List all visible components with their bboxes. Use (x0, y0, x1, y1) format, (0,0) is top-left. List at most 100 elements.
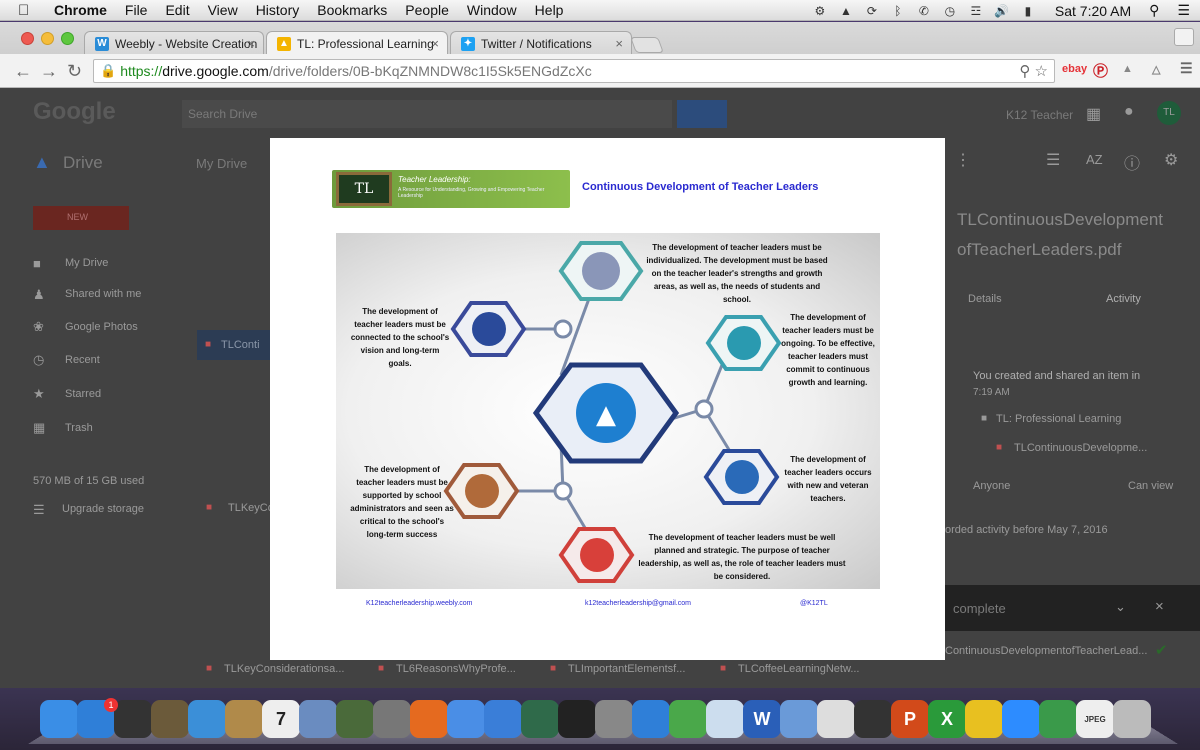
close-tab-icon[interactable]: × (247, 36, 255, 51)
menu-window[interactable]: Window (467, 0, 517, 21)
menu-view[interactable]: View (208, 0, 238, 21)
zoom-icon[interactable] (1002, 700, 1040, 738)
menubar-clock[interactable]: Sat 7:20 AM (1055, 3, 1131, 19)
address-bar[interactable]: 🔒 https:// drive.google.com /drive/folde… (93, 59, 1055, 83)
file-name[interactable]: TL6ReasonsWhyProfe... (396, 663, 516, 675)
ebay-extension-icon[interactable]: ebay (1062, 63, 1087, 75)
close-tab-icon[interactable]: × (431, 36, 439, 51)
info-icon[interactable]: ⓘ (1124, 150, 1140, 174)
sidebar-item-shared[interactable]: Shared with me (65, 288, 141, 300)
menu-history[interactable]: History (256, 0, 300, 21)
sort-icon[interactable]: AZ (1086, 152, 1103, 167)
sidebar-item-recent[interactable]: Recent (65, 354, 100, 366)
file-name[interactable]: TLKeyConsiderationsa... (224, 663, 344, 675)
list-view-icon[interactable]: ☰ (1046, 150, 1060, 170)
forward-icon[interactable]: → (40, 62, 58, 80)
camera-icon[interactable] (373, 700, 411, 738)
notifications-icon[interactable]: ● (1124, 103, 1134, 121)
back-icon[interactable]: ← (14, 62, 32, 80)
tab-activity[interactable]: Activity (1106, 293, 1141, 305)
network-icon[interactable] (669, 700, 707, 738)
weebly-icon[interactable] (632, 700, 670, 738)
dashboard-icon[interactable] (114, 700, 152, 738)
new-tab-button[interactable] (630, 37, 664, 53)
photo-icon[interactable] (299, 700, 337, 738)
iphoto-icon[interactable] (336, 700, 374, 738)
zoom-and-star-icons[interactable]: ⚲ ☆ (1019, 62, 1048, 80)
collapse-icon[interactable]: ⌄ (1115, 599, 1126, 615)
time-machine-icon[interactable] (521, 700, 559, 738)
more-options-icon[interactable]: ⋮ (955, 150, 971, 170)
pinterest-extension-icon[interactable]: Ⓟ (1093, 60, 1108, 81)
close-icon[interactable]: × (1155, 598, 1164, 615)
wifi-icon[interactable]: ☲ (967, 4, 985, 18)
close-window-button[interactable] (21, 32, 34, 45)
menu-help[interactable]: Help (535, 0, 564, 21)
preview-icon[interactable] (780, 700, 818, 738)
safari-icon[interactable] (188, 700, 226, 738)
trash-icon[interactable] (1113, 700, 1151, 738)
battery-icon[interactable]: ▮ (1019, 4, 1037, 18)
sidebar-item-photos[interactable]: Google Photos (65, 321, 138, 333)
menu-file[interactable]: File (125, 0, 148, 21)
chrome-menu-icon[interactable]: ☰ (1180, 60, 1193, 77)
notification-center-icon[interactable]: ☰ (1177, 2, 1190, 19)
sidebar-item-starred[interactable]: Starred (65, 388, 101, 400)
close-tab-icon[interactable]: × (615, 36, 623, 51)
drive-sync-icon[interactable]: ▲ (837, 4, 855, 18)
sidebar-item-trash[interactable]: Trash (65, 422, 93, 434)
zoom-window-button[interactable] (61, 32, 74, 45)
eagle-icon[interactable] (151, 700, 189, 738)
file-name[interactable]: TLImportantElementsf... (568, 663, 685, 675)
account-name[interactable]: K12 Teacher (1006, 108, 1073, 122)
drive-search-button[interactable] (677, 100, 727, 128)
time-machine-status-icon[interactable]: ◷ (941, 4, 959, 18)
extension-icon[interactable]: ▲ (1122, 63, 1133, 75)
ring-icon[interactable] (965, 700, 1003, 738)
sidebar-item-my-drive[interactable]: My Drive (65, 257, 108, 269)
file-name[interactable]: TLCoffeeLearningNetw... (738, 663, 859, 675)
apple-menu-icon[interactable]:  (18, 2, 34, 19)
powerpoint-icon[interactable]: P (891, 700, 929, 738)
firefox-icon[interactable] (410, 700, 448, 738)
drive-extension-icon[interactable]: △ (1152, 63, 1160, 76)
imovie-icon[interactable] (558, 700, 596, 738)
settings-gear-icon[interactable]: ⚙ (1164, 150, 1178, 170)
status-icon-1[interactable]: ⚙ (811, 4, 829, 18)
reload-icon[interactable]: ↻ (67, 62, 82, 80)
selected-file-row[interactable]: ■ TLConti (197, 330, 270, 360)
globe-icon[interactable] (1039, 700, 1077, 738)
word-icon[interactable]: W (743, 700, 781, 738)
video-icon[interactable] (854, 700, 892, 738)
drive-search-input[interactable]: Search Drive (182, 100, 672, 128)
excel-icon[interactable]: X (928, 700, 966, 738)
new-button[interactable]: NEW (33, 206, 129, 230)
tab-details[interactable]: Details (968, 293, 1002, 305)
menu-bookmarks[interactable]: Bookmarks (317, 0, 387, 21)
system-prefs-icon[interactable] (595, 700, 633, 738)
upgrade-storage-link[interactable]: Upgrade storage (62, 503, 144, 515)
minimize-window-button[interactable] (41, 32, 54, 45)
file-name[interactable]: TLKeyCo (228, 502, 274, 514)
sheet-icon[interactable] (706, 700, 744, 738)
calendar-icon[interactable]: 7 (262, 700, 300, 738)
jpeg-file-icon[interactable]: JPEG (1076, 700, 1114, 738)
chrome-icon[interactable] (447, 700, 485, 738)
sync-icon[interactable]: ⟳ (863, 4, 881, 18)
spotlight-icon[interactable]: ⚲ (1149, 2, 1159, 19)
contacts-icon[interactable] (225, 700, 263, 738)
finder-icon[interactable] (40, 700, 78, 738)
bulb-icon[interactable] (817, 700, 855, 738)
tab-twitter[interactable]: ✦ Twitter / Notifications × (450, 31, 632, 55)
avatar[interactable]: TL (1157, 101, 1181, 125)
menu-edit[interactable]: Edit (165, 0, 189, 21)
tab-drive[interactable]: ▲ TL: Professional Learning × (266, 31, 448, 55)
itunes-icon[interactable] (484, 700, 522, 738)
tab-weebly[interactable]: W Weebly - Website Creation × (84, 31, 264, 55)
menu-people[interactable]: People (405, 0, 449, 21)
phone-icon[interactable]: ✆ (915, 4, 933, 18)
menu-app-chrome[interactable]: Chrome (54, 0, 107, 21)
bluetooth-icon[interactable]: ᛒ (889, 4, 907, 18)
breadcrumb[interactable]: My Drive (196, 156, 247, 171)
volume-icon[interactable]: 🔊 (993, 4, 1011, 18)
